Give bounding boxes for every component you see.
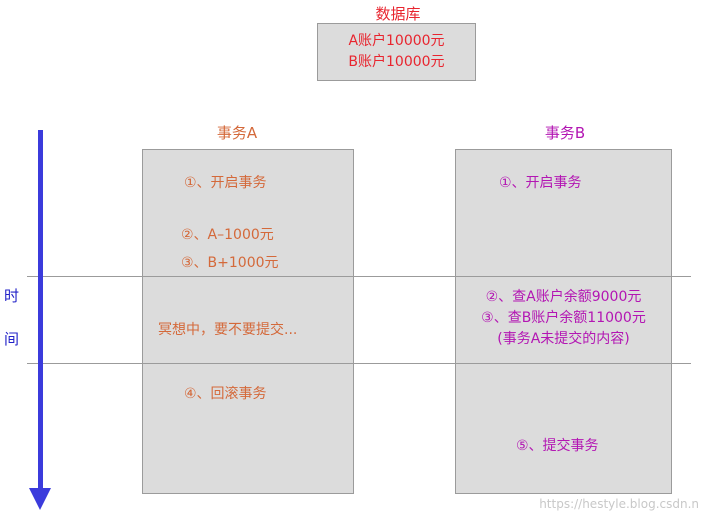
transaction-a-step-thinking: 冥想中，要不要提交... [158,322,298,338]
transaction-a-step-3: ③、B+1000元 [181,255,279,271]
transaction-a-title: 事务A [216,124,258,142]
phase-divider-2 [27,363,691,364]
database-line-a: A账户10000元 [348,33,445,49]
time-label-char-2: 间 [4,330,20,348]
database-line-b: B账户10000元 [348,54,445,70]
database-title: 数据库 [375,5,421,23]
transaction-b-step-3: ③、查B账户余额11000元 [481,310,646,326]
transaction-a-step-1: ①、开启事务 [184,175,267,191]
time-arrow-shaft [38,130,43,490]
transaction-b-step-note: (事务A未提交的内容) [497,331,630,347]
transaction-b-title: 事务B [544,124,586,142]
transaction-a-step-2: ②、A–1000元 [181,227,274,243]
transaction-b-step-1: ①、开启事务 [499,175,582,191]
database-box: A账户10000元 B账户10000元 [317,23,476,81]
phase-divider-1 [27,276,691,277]
time-label-char-1: 时 [4,287,20,305]
transaction-a-step-4: ④、回滚事务 [184,386,267,402]
transaction-b-step-5: ⑤、提交事务 [516,438,599,454]
time-arrow-head-icon [29,488,51,510]
transaction-b-step-2: ②、查A账户余额9000元 [485,289,642,305]
watermark: https://hestyle.blog.csdn.n [539,497,699,511]
